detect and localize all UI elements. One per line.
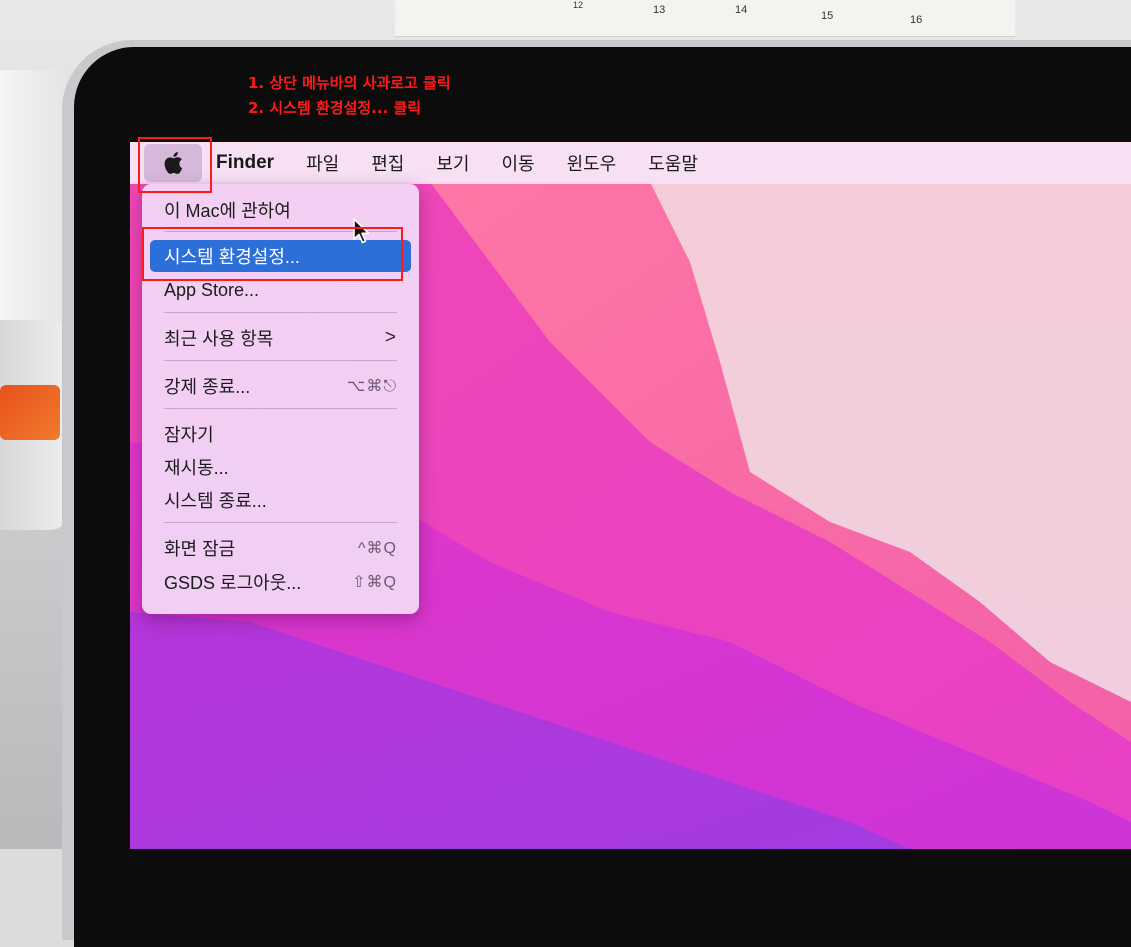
menu-item-label: 최근 사용 항목	[164, 329, 274, 349]
menu-help[interactable]: 도움말	[632, 150, 714, 176]
menu-item-force-quit[interactable]: 강제 종료... ⌥⌘⎋	[150, 370, 411, 402]
menu-item-recent-items[interactable]: 최근 사용 항목 >	[150, 322, 411, 354]
desk-orange-object	[0, 385, 60, 440]
menu-separator	[164, 312, 397, 313]
menu-item-shortcut: ⌥⌘⎋	[346, 378, 397, 395]
menu-item-label: 잠자기	[164, 425, 214, 445]
menu-separator	[164, 408, 397, 409]
menu-edit[interactable]: 편집	[355, 150, 420, 176]
menu-item-shortcut: ^⌘Q	[358, 540, 397, 557]
menu-file[interactable]: 파일	[290, 150, 355, 176]
menu-separator	[164, 522, 397, 523]
menu-item-label: 시스템 종료...	[164, 491, 267, 511]
menu-item-label: 강제 종료...	[164, 377, 251, 397]
menu-item-shut-down[interactable]: 시스템 종료...	[150, 484, 411, 516]
annotation-box-apple-logo	[138, 137, 212, 193]
calendar-number: 16	[910, 14, 923, 26]
annotation-step-1: 1. 상단 메뉴바의 사과로고 클릭	[248, 74, 451, 92]
menu-item-label: GSDS 로그아웃...	[164, 573, 302, 593]
calendar-number: 12	[573, 0, 584, 10]
menu-bar: Finder 파일 편집 보기 이동 윈도우 도움말	[130, 142, 1131, 184]
menu-item-sleep[interactable]: 잠자기	[150, 418, 411, 450]
menu-item-label: 이 Mac에 관하여	[164, 201, 291, 221]
calendar-number: 15	[821, 10, 834, 22]
menu-separator	[164, 360, 397, 361]
menu-item-log-out[interactable]: GSDS 로그아웃... ⇧⌘Q	[150, 566, 411, 598]
calendar-number: 14	[735, 4, 748, 16]
menu-item-label: 화면 잠금	[164, 539, 236, 559]
submenu-chevron-icon: >	[384, 327, 397, 348]
annotation-step-2: 2. 시스템 환경설정... 클릭	[248, 99, 422, 117]
menu-finder[interactable]: Finder	[202, 152, 290, 174]
menu-view[interactable]: 보기	[420, 150, 485, 176]
menu-item-label: 재시동...	[164, 458, 229, 478]
menu-window[interactable]: 윈도우	[551, 150, 633, 176]
menu-go[interactable]: 이동	[485, 150, 550, 176]
annotation-box-system-preferences	[142, 227, 403, 281]
menu-item-shortcut: ⇧⌘Q	[352, 574, 397, 591]
calendar-number: 13	[653, 4, 666, 16]
menu-item-lock-screen[interactable]: 화면 잠금 ^⌘Q	[150, 532, 411, 564]
menu-item-label: App Store...	[164, 279, 260, 300]
desk-calendar: 12 13 14 15 16	[395, 0, 1015, 37]
menu-item-restart[interactable]: 재시동...	[150, 451, 411, 483]
